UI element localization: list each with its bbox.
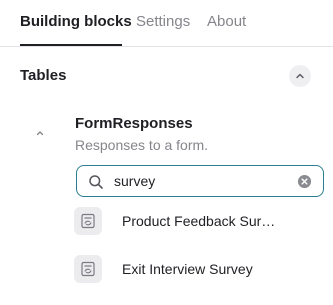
search-box	[76, 165, 324, 197]
tab-bar: Building blocks Settings About	[0, 0, 333, 47]
search-input[interactable]	[114, 171, 284, 191]
section-title: Tables	[20, 67, 67, 84]
result-label: Exit Interview Survey	[122, 261, 253, 277]
result-item[interactable]: Product Feedback Survey	[74, 207, 324, 237]
building-blocks-panel: Building blocks Settings About Tables Fo…	[0, 0, 333, 305]
tab-about[interactable]: About	[207, 13, 246, 31]
collapse-table-button[interactable]	[33, 126, 47, 140]
form-icon	[74, 255, 102, 283]
table-description: Responses to a form.	[75, 137, 209, 153]
table-name: FormResponses	[75, 115, 193, 132]
tab-building-blocks[interactable]: Building blocks	[20, 13, 132, 31]
result-label: Product Feedback Survey	[122, 213, 282, 229]
result-item[interactable]: Exit Interview Survey	[74, 255, 324, 285]
chevron-up-icon	[36, 131, 44, 136]
search-icon	[89, 175, 103, 189]
clear-icon[interactable]	[297, 174, 312, 189]
chevron-up-icon	[296, 73, 304, 79]
active-tab-indicator	[20, 44, 122, 46]
form-icon	[74, 207, 102, 235]
tab-settings[interactable]: Settings	[136, 13, 190, 31]
collapse-section-button[interactable]	[289, 65, 311, 87]
